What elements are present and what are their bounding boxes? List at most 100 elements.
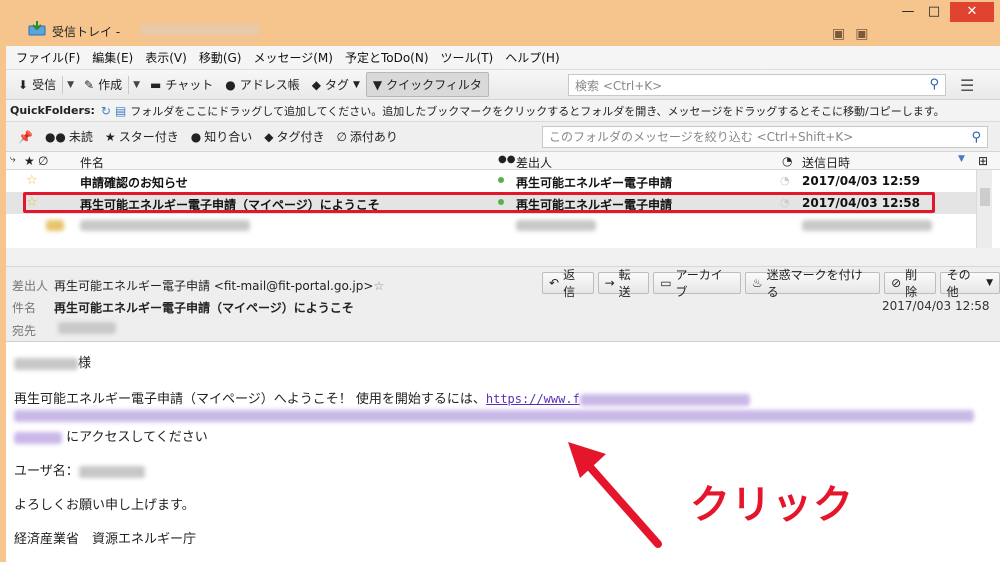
app-menu-icon[interactable]: ☰: [960, 76, 974, 95]
chevron-down-icon: ▼: [986, 278, 994, 288]
menu-events-tasks[interactable]: 予定とToDo(N): [339, 49, 435, 66]
menu-edit[interactable]: 編集(E): [86, 49, 139, 66]
global-search-input[interactable]: 検索 <Ctrl+K> ⚲: [568, 74, 946, 96]
search-icon[interactable]: ⚲: [971, 128, 981, 148]
link-continuation[interactable]: [14, 408, 974, 423]
menu-bar: ファイル(F) 編集(E) 表示(V) 移動(G) メッセージ(M) 予定とTo…: [6, 46, 1000, 70]
clock-icon: ◔: [782, 154, 793, 168]
message-list-header: ⤷ ★ ∅ 件名 ●● 差出人 ◔ 送信日時 ▼ ⊞: [6, 152, 1000, 170]
tag-icon: ◆: [311, 77, 321, 92]
junk-button[interactable]: ♨ 迷惑マークを付ける: [744, 268, 881, 299]
filter-tagged[interactable]: ◆ タグ付き: [258, 128, 330, 145]
menu-help[interactable]: ヘルプ(H): [499, 49, 565, 66]
app-window: 受信トレイ - ▣▣ — □ ✕ ファイル(F) 編集(E) 表示(V) 移動(…: [0, 0, 1000, 562]
table-row-selected[interactable]: ☆ 再生可能エネルギー電子申請（マイページ）にようこそ 再生可能エネルギー電子申…: [6, 192, 976, 214]
title-account-redacted: [140, 24, 260, 36]
filter-unread[interactable]: ●● 未読: [39, 128, 99, 145]
table-row-redacted[interactable]: [6, 214, 976, 236]
menu-tools[interactable]: ツール(T): [435, 49, 500, 66]
calendar-task-icons[interactable]: ▣▣: [832, 26, 878, 42]
read-column-icon[interactable]: ●●: [498, 154, 515, 165]
link-redacted[interactable]: [14, 431, 62, 444]
salutation: 様: [14, 352, 91, 371]
menu-file[interactable]: ファイル(F): [10, 49, 86, 66]
tag-button[interactable]: ◆ タグ ▼: [306, 73, 366, 96]
column-date[interactable]: 送信日時: [802, 154, 850, 171]
inbox-icon: [28, 21, 46, 36]
annotation-arrow-icon: [568, 442, 662, 548]
from-label: 差出人: [12, 279, 49, 293]
quick-filter-button[interactable]: ▼ クイックフィルタ: [365, 72, 489, 97]
chat-icon: ▬: [150, 77, 162, 92]
regards-line: よろしくお願い申し上げます。: [14, 498, 195, 513]
reply-button[interactable]: ↶ 返信: [542, 268, 594, 299]
attachment-column-icon[interactable]: ∅: [38, 154, 48, 168]
unread-dot-icon[interactable]: [498, 177, 504, 183]
no-entry-icon: ⊘: [891, 276, 902, 290]
delete-button[interactable]: ⊘ 削除: [884, 268, 936, 299]
star-column-icon[interactable]: ★: [24, 154, 35, 168]
compose-dropdown[interactable]: ▼: [128, 75, 144, 94]
forward-button[interactable]: → 転送: [597, 268, 650, 299]
archive-button[interactable]: ▭ アーカイブ: [653, 268, 741, 299]
archive-icon: ▭: [660, 276, 672, 290]
chat-button[interactable]: ▬ チャット: [144, 73, 219, 96]
subject-label: 件名: [12, 301, 37, 315]
message-date: 2017/04/03 12:58: [882, 299, 990, 313]
link-redacted[interactable]: [579, 393, 750, 406]
table-row[interactable]: ☆ 申請確認のお知らせ 再生可能エネルギー電子申請 ◔ 2017/04/03 1…: [6, 170, 976, 192]
from-value[interactable]: 再生可能エネルギー電子申請 <fit-mail@fit-portal.go.jp…: [54, 277, 384, 294]
menu-message[interactable]: メッセージ(M): [247, 49, 338, 66]
sender-org-line: 経済産業省 資源エネルギー庁: [14, 532, 197, 547]
star-icon: ★: [104, 129, 116, 144]
message-header-pane: 差出人 再生可能エネルギー電子申請 <fit-mail@fit-portal.g…: [6, 266, 1000, 342]
folder-icon[interactable]: ▤: [115, 104, 126, 118]
message-from: 再生可能エネルギー電子申請: [516, 176, 673, 190]
link-redacted[interactable]: [14, 409, 974, 422]
welcome-line: 再生可能エネルギー電子申請（マイページ）へようこそ！ 使用を開始するには、htt…: [14, 388, 750, 407]
star-icon[interactable]: ☆: [373, 279, 384, 293]
receive-button[interactable]: ⬇ 受信: [12, 73, 62, 96]
to-label: 宛先: [12, 324, 37, 338]
quickfolders-bar: QuickFolders: ↻ ▤ フォルダをここにドラッグして追加してください…: [6, 100, 1000, 122]
search-icon[interactable]: ⚲: [929, 77, 939, 92]
address-book-button[interactable]: ● アドレス帳: [219, 73, 306, 96]
thread-column-icon[interactable]: ⤷: [10, 154, 16, 165]
compose-button[interactable]: ✎ 作成: [78, 73, 128, 96]
quickfolders-hint: フォルダをここにドラッグして追加してください。追加したブックマークをクリックする…: [130, 104, 945, 118]
message-date: 2017/04/03 12:59: [802, 174, 920, 188]
menu-go[interactable]: 移動(G): [193, 49, 248, 66]
username-line: ユーザ名：: [14, 460, 145, 479]
activation-link[interactable]: https://www.f: [486, 392, 580, 406]
pin-icon[interactable]: 📌: [12, 130, 39, 144]
annotation-callout: クリック: [690, 482, 854, 528]
name-redacted: [14, 357, 78, 370]
receive-dropdown[interactable]: ▼: [62, 75, 78, 94]
close-button[interactable]: ✕: [950, 2, 994, 22]
menu-view[interactable]: 表示(V): [139, 49, 193, 66]
column-picker-icon[interactable]: ⊞: [978, 154, 988, 168]
contact-icon: ●: [190, 129, 202, 144]
refresh-icon[interactable]: ↻: [101, 104, 111, 118]
tag-icon: ◆: [264, 129, 274, 144]
access-line: にアクセスしてください: [14, 426, 208, 445]
filter-starred[interactable]: ★ スター付き: [99, 128, 185, 145]
username-redacted: [78, 465, 145, 478]
paperclip-icon: ∅: [336, 129, 347, 144]
title-bar: 受信トレイ - ▣▣ — □ ✕: [0, 0, 1000, 46]
filter-icon: ▼: [372, 77, 383, 92]
star-icon[interactable]: ☆: [26, 173, 38, 188]
unread-icon: ●●: [44, 129, 66, 144]
scrollbar-thumb[interactable]: [980, 188, 990, 206]
filter-attachment[interactable]: ∅ 添付あり: [330, 128, 403, 145]
column-subject[interactable]: 件名: [80, 154, 104, 171]
forward-icon: →: [604, 276, 615, 290]
filter-contacts[interactable]: ● 知り合い: [185, 128, 259, 145]
folder-filter-input[interactable]: このフォルダのメッセージを絞り込む <Ctrl+Shift+K> ⚲: [542, 126, 988, 148]
sort-desc-icon[interactable]: ▼: [958, 154, 965, 164]
column-from[interactable]: 差出人: [516, 154, 552, 171]
maximize-button[interactable]: □: [922, 2, 946, 22]
minimize-button[interactable]: —: [896, 2, 920, 22]
message-list-scrollbar[interactable]: [976, 170, 992, 248]
other-actions-button[interactable]: その他 ▼: [939, 268, 1000, 299]
